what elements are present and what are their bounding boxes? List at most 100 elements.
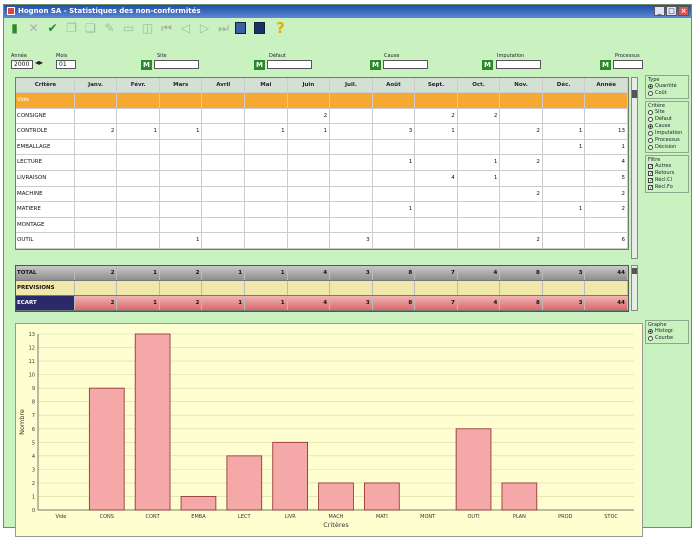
paste-icon[interactable]: ❏	[83, 21, 98, 36]
totals-scrollbar[interactable]	[631, 265, 638, 311]
checkbox-icon[interactable]: ✓	[648, 171, 653, 177]
imputation-field[interactable]	[496, 60, 541, 69]
column-header[interactable]: Mai	[245, 78, 288, 92]
totals-label-total: TOTAL	[16, 266, 75, 280]
radio-icon[interactable]	[648, 84, 653, 89]
last-icon[interactable]: ⏭	[216, 21, 231, 36]
site-search-button[interactable]: M	[141, 60, 152, 70]
radio-icon[interactable]	[648, 138, 653, 143]
table-row[interactable]: CONSIGNE 2 2 2	[16, 108, 628, 125]
radio-icon[interactable]	[648, 110, 653, 115]
option-cause[interactable]: Cause	[648, 123, 686, 130]
table-cell	[458, 139, 501, 155]
help-icon[interactable]: ?	[273, 21, 288, 36]
option-imputation[interactable]: Imputation	[648, 130, 686, 137]
table-row[interactable]: MATIERE 1 1 2	[16, 202, 628, 218]
prev-icon[interactable]: ◁	[178, 21, 193, 36]
y-tick-label: 13	[29, 332, 35, 338]
option-retours[interactable]: ✓ Retours	[648, 170, 686, 177]
option-autres[interactable]: ✓ Autres	[648, 163, 686, 170]
option-processus[interactable]: Processus	[648, 137, 686, 144]
column-header[interactable]: Année	[585, 78, 628, 92]
column-header[interactable]: Déc.	[543, 78, 586, 92]
first-icon[interactable]: ⏮	[159, 21, 174, 36]
table-cell	[500, 217, 543, 233]
column-header[interactable]: Mars	[160, 78, 203, 92]
cause-field[interactable]	[383, 60, 428, 69]
next-icon[interactable]: ▷	[197, 21, 212, 36]
exit-icon[interactable]: ▮	[7, 21, 22, 36]
x-tick-label: LECT	[238, 514, 251, 520]
table-cell	[543, 186, 586, 202]
defaut-field[interactable]	[267, 60, 312, 69]
table-scrollbar[interactable]	[631, 77, 638, 259]
column-header[interactable]: Sept.	[415, 78, 458, 92]
column-header[interactable]: Critère	[16, 78, 75, 92]
edit-icon[interactable]: ✎	[102, 21, 117, 36]
year-stepper-icon[interactable]: ◂▸	[35, 58, 43, 67]
checkbox-icon[interactable]: ✓	[648, 178, 653, 184]
radio-icon[interactable]	[648, 329, 653, 334]
copy-icon[interactable]: ❐	[64, 21, 79, 36]
table-row[interactable]: MACHINE 2 2	[16, 186, 628, 203]
defaut-search-button[interactable]: M	[254, 60, 265, 70]
column-header[interactable]: Févr.	[117, 78, 160, 92]
column-header[interactable]: Nov.	[500, 78, 543, 92]
duplicate-icon[interactable]: ◫	[140, 21, 155, 36]
table-cell	[75, 108, 118, 124]
table-row[interactable]: LECTURE 1 1 2 4	[16, 155, 628, 171]
table-row[interactable]: EMBALLAGE 1 1	[16, 139, 628, 156]
option-dcision[interactable]: Décision	[648, 144, 686, 151]
preview-icon[interactable]	[254, 21, 269, 36]
table-row[interactable]: Vide	[16, 93, 628, 109]
print-icon[interactable]	[235, 21, 250, 36]
option-histogr[interactable]: Histogr.	[648, 328, 686, 335]
window-title: Hognon SA - Statistiques des non-conform…	[18, 7, 201, 15]
cause-search-button[interactable]: M	[370, 60, 381, 70]
cancel-icon[interactable]: ✕	[26, 21, 41, 36]
option-site[interactable]: Site	[648, 109, 686, 116]
check-icon[interactable]: ✔	[45, 21, 60, 36]
radio-icon[interactable]	[648, 117, 653, 122]
column-header[interactable]: Juil.	[330, 78, 373, 92]
radio-icon[interactable]	[648, 131, 653, 136]
table-row[interactable]: MONTAGE	[16, 217, 628, 234]
table-row[interactable]: OUTIL 1 3 2 6	[16, 233, 628, 249]
annee-field[interactable]: 2000	[11, 60, 33, 69]
option-quantit[interactable]: Quantité	[648, 83, 686, 90]
imputation-search-button[interactable]: M	[482, 60, 493, 70]
column-header[interactable]: Oct.	[458, 78, 501, 92]
row-label: LIVRAISON	[16, 170, 75, 186]
option-dfaut[interactable]: Défaut	[648, 116, 686, 123]
radio-icon[interactable]	[648, 336, 653, 341]
table-cell	[415, 217, 458, 233]
column-header[interactable]: Août	[373, 78, 416, 92]
option-courbe[interactable]: Courbe	[648, 335, 686, 342]
option-rclcl[interactable]: ✓ Récl.Cl	[648, 177, 686, 184]
column-header[interactable]: Juin	[288, 78, 331, 92]
maximize-button[interactable]: □	[666, 6, 677, 16]
table-cell	[160, 202, 203, 217]
table-row[interactable]: CONTROLE 2 1 1 1 1 3 1 2 1 13	[16, 124, 628, 140]
site-field[interactable]	[154, 60, 199, 69]
checkbox-icon[interactable]: ✓	[648, 185, 653, 191]
table-cell: 1	[543, 124, 586, 139]
radio-icon[interactable]	[648, 91, 653, 96]
totals-cell: 1	[117, 296, 160, 310]
option-cot[interactable]: Coût	[648, 90, 686, 97]
table-cell	[415, 139, 458, 155]
processus-search-button[interactable]: M	[600, 60, 611, 70]
close-button[interactable]: ×	[678, 6, 689, 16]
processus-field[interactable]	[613, 60, 643, 69]
column-header[interactable]: Avril	[202, 78, 246, 92]
column-header[interactable]: Janv.	[75, 78, 118, 92]
table-cell	[117, 155, 160, 170]
radio-icon[interactable]	[648, 145, 653, 150]
mois-select[interactable]: 01	[56, 60, 76, 69]
radio-icon[interactable]	[648, 124, 653, 129]
minimize-button[interactable]: _	[654, 6, 665, 16]
option-rclfo[interactable]: ✓ Récl.Fo	[648, 184, 686, 191]
checkbox-icon[interactable]: ✓	[648, 164, 653, 170]
table-row[interactable]: LIVRAISON 4 1 5	[16, 170, 628, 187]
delete-icon[interactable]: ▭	[121, 21, 136, 36]
